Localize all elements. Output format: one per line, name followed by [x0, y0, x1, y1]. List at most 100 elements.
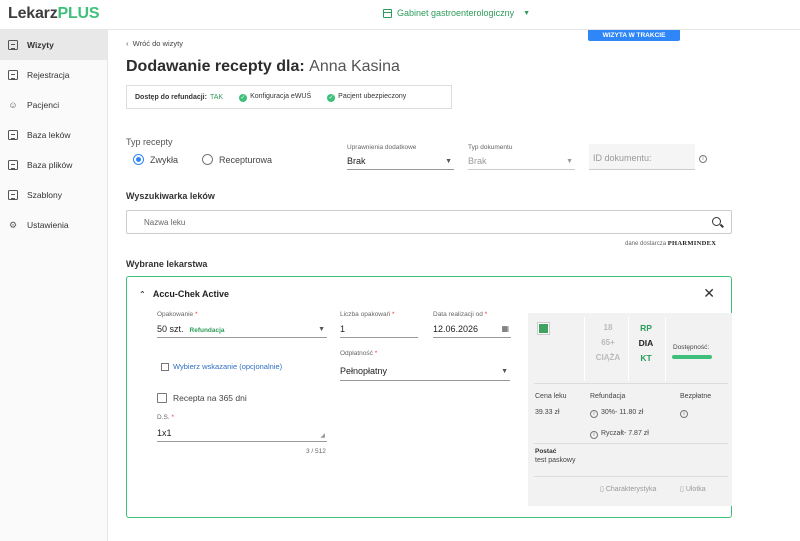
category-kt: KT [640, 353, 652, 363]
check-icon: ✓ [327, 93, 336, 102]
templates-icon [8, 190, 18, 200]
sidebar-item-ustawienia[interactable]: ⚙ Ustawienia [0, 210, 107, 240]
additional-rights-select[interactable]: Uprawnienia dodatkowe Brak ▼ [347, 144, 454, 170]
calendar-icon[interactable]: ▦ [501, 324, 509, 333]
info-icon: i [590, 410, 598, 418]
radio-unchecked-icon [202, 154, 213, 165]
image-icon [537, 322, 550, 335]
form-value: test paskowy [535, 457, 576, 464]
resize-handle-icon[interactable]: ◢ [320, 432, 325, 439]
document-id-input[interactable]: ID dokumentu: [589, 144, 695, 170]
top-bar: LekarzPLUS Gabinet gastroenterologiczny … [0, 0, 800, 30]
drug-search-title: Wyszukiwarka leków [126, 191, 215, 201]
main-content: ‹ Wróć do wizyty WIZYTA W TRAKCIE Dodawa… [109, 30, 800, 541]
dropdown-arrow-icon: ▼ [318, 326, 325, 333]
sidebar-item-label: Pacjenci [27, 100, 60, 110]
page-title: Dodawanie recepty dla: Anna Kasina [126, 58, 400, 75]
files-icon [8, 160, 18, 170]
price-value: 39.33 zł [535, 409, 560, 416]
sidebar: Wizyty Rejestracja ☺ Pacjenci Baza leków… [0, 30, 108, 541]
category-dia: DIA [638, 338, 654, 348]
dosage-textarea[interactable]: D.S. * 1x1 ◢ [157, 414, 327, 442]
refund-label: Refundacja [590, 393, 626, 400]
refund-value: i 30%- 11.80 zł [590, 409, 643, 418]
chevron-up-icon[interactable]: ⌃ [139, 290, 146, 299]
insurance-status: Dostęp do refundacji: TAK ✓ Konfiguracja e… [126, 85, 452, 109]
pregnancy: CIĄŻA [595, 353, 621, 362]
sidebar-item-label: Wizyty [27, 40, 54, 50]
realization-date-input[interactable]: Data realizacji od * 12.06.2026 ▦ [433, 311, 511, 338]
close-icon[interactable]: ✕ [703, 286, 715, 300]
radio-checked-icon [133, 154, 144, 165]
availability-label: Dostępność: [673, 344, 710, 351]
document-icon: ▯ [600, 486, 604, 493]
sidebar-item-label: Szablony [27, 190, 62, 200]
checkbox-unchecked-icon [157, 393, 167, 403]
sidebar-item-rejestracja[interactable]: Rejestracja [0, 60, 107, 90]
free-info[interactable]: i [680, 409, 691, 418]
chevron-left-icon: ‹ [126, 39, 129, 48]
radio-zwykla[interactable]: Zwykła [133, 154, 178, 165]
refund-badge: Refundacja [189, 327, 225, 334]
availability-bar [672, 355, 712, 359]
char-counter: 3 / 512 [306, 448, 326, 455]
age-18: 18 [603, 323, 613, 332]
age-65: 65+ [601, 338, 615, 347]
radio-recepturowa[interactable]: Recepturowa [202, 154, 272, 165]
patients-icon: ☺ [8, 100, 18, 110]
clinic-selector[interactable]: Gabinet gastroenterologiczny ▼ [383, 8, 530, 18]
info-icon[interactable]: i [699, 155, 707, 163]
visit-status-badge: WIZYTA W TRAKCIE [588, 30, 680, 41]
package-select[interactable]: Opakowanie * 50 szt. Refundacja ▼ [157, 311, 327, 338]
gear-icon: ⚙ [8, 220, 18, 230]
drug-search-input[interactable]: Nazwa leku [126, 210, 732, 234]
info-icon: i [680, 410, 688, 418]
sidebar-item-baza-plikow[interactable]: Baza plików [0, 150, 107, 180]
sidebar-item-label: Ustawienia [27, 220, 69, 230]
calendar-icon [383, 8, 392, 18]
lump-value: i Ryczałt- 7.87 zł [590, 430, 649, 439]
rx-type-label: Typ recepty [126, 137, 173, 147]
sidebar-item-pacjenci[interactable]: ☺ Pacjenci [0, 90, 107, 120]
clinic-name: Gabinet gastroenterologiczny [397, 8, 515, 18]
dropdown-arrow-icon: ▼ [566, 158, 573, 165]
choose-indication-link[interactable]: Wybierz wskazanie (opcjonalnie) [161, 362, 282, 371]
data-supplier: dane dostarcza PHARMINDEX [625, 240, 717, 247]
drug-info-panel: 18 65+ CIĄŻA RP DIA KT Dostępność: Cena … [528, 313, 732, 506]
document-icon: ▯ [680, 486, 684, 493]
check-icon: ✓ [239, 93, 248, 102]
document-type-select[interactable]: Typ dokumentu Brak ▼ [468, 144, 575, 170]
visits-icon [8, 40, 18, 50]
sidebar-item-label: Baza leków [27, 130, 71, 140]
rx-365-checkbox[interactable]: Recepta na 365 dni [157, 393, 247, 403]
selected-drug-card: ⌃ Accu-Chek Active ✕ Opakowanie * 50 szt… [126, 276, 732, 518]
drug-base-icon [8, 130, 18, 140]
sidebar-item-szablony[interactable]: Szablony [0, 180, 107, 210]
search-icon[interactable] [712, 217, 721, 226]
sidebar-item-label: Rejestracja [27, 70, 70, 80]
copy-icon [161, 362, 169, 371]
app-logo[interactable]: LekarzPLUS [8, 5, 100, 23]
sidebar-item-label: Baza plików [27, 160, 73, 170]
sidebar-item-wizyty[interactable]: Wizyty [0, 30, 107, 60]
drug-name[interactable]: ⌃ Accu-Chek Active [139, 289, 229, 299]
form-label: Postać [535, 448, 557, 455]
patient-name: Anna Kasina [309, 58, 400, 75]
characteristics-link[interactable]: ▯ Charakterystyka [600, 485, 656, 493]
ewus-status: ✓ Konfiguracja eWUŚ [239, 92, 312, 102]
info-icon: i [590, 431, 598, 439]
category-rp: RP [640, 323, 652, 333]
package-count-input[interactable]: Liczba opakowań * 1 [340, 311, 418, 338]
dropdown-arrow-icon: ▼ [445, 158, 452, 165]
refund-access: Dostęp do refundacji: TAK [135, 93, 224, 101]
leaflet-link[interactable]: ▯ Ulotka [680, 485, 706, 493]
price-label: Cena leku [535, 393, 567, 400]
sidebar-item-baza-lekow[interactable]: Baza leków [0, 120, 107, 150]
calendar-icon [8, 70, 18, 80]
payment-select[interactable]: Odpłatność * Pełnopłatny ▼ [340, 350, 510, 381]
free-label: Bezpłatne [680, 393, 712, 400]
chevron-down-icon: ▼ [523, 9, 531, 17]
back-link[interactable]: ‹ Wróć do wizyty [126, 39, 183, 48]
selected-drugs-title: Wybrane lekarstwa [126, 259, 208, 269]
insured-status: ✓ Pacjent ubezpieczony [327, 92, 407, 102]
